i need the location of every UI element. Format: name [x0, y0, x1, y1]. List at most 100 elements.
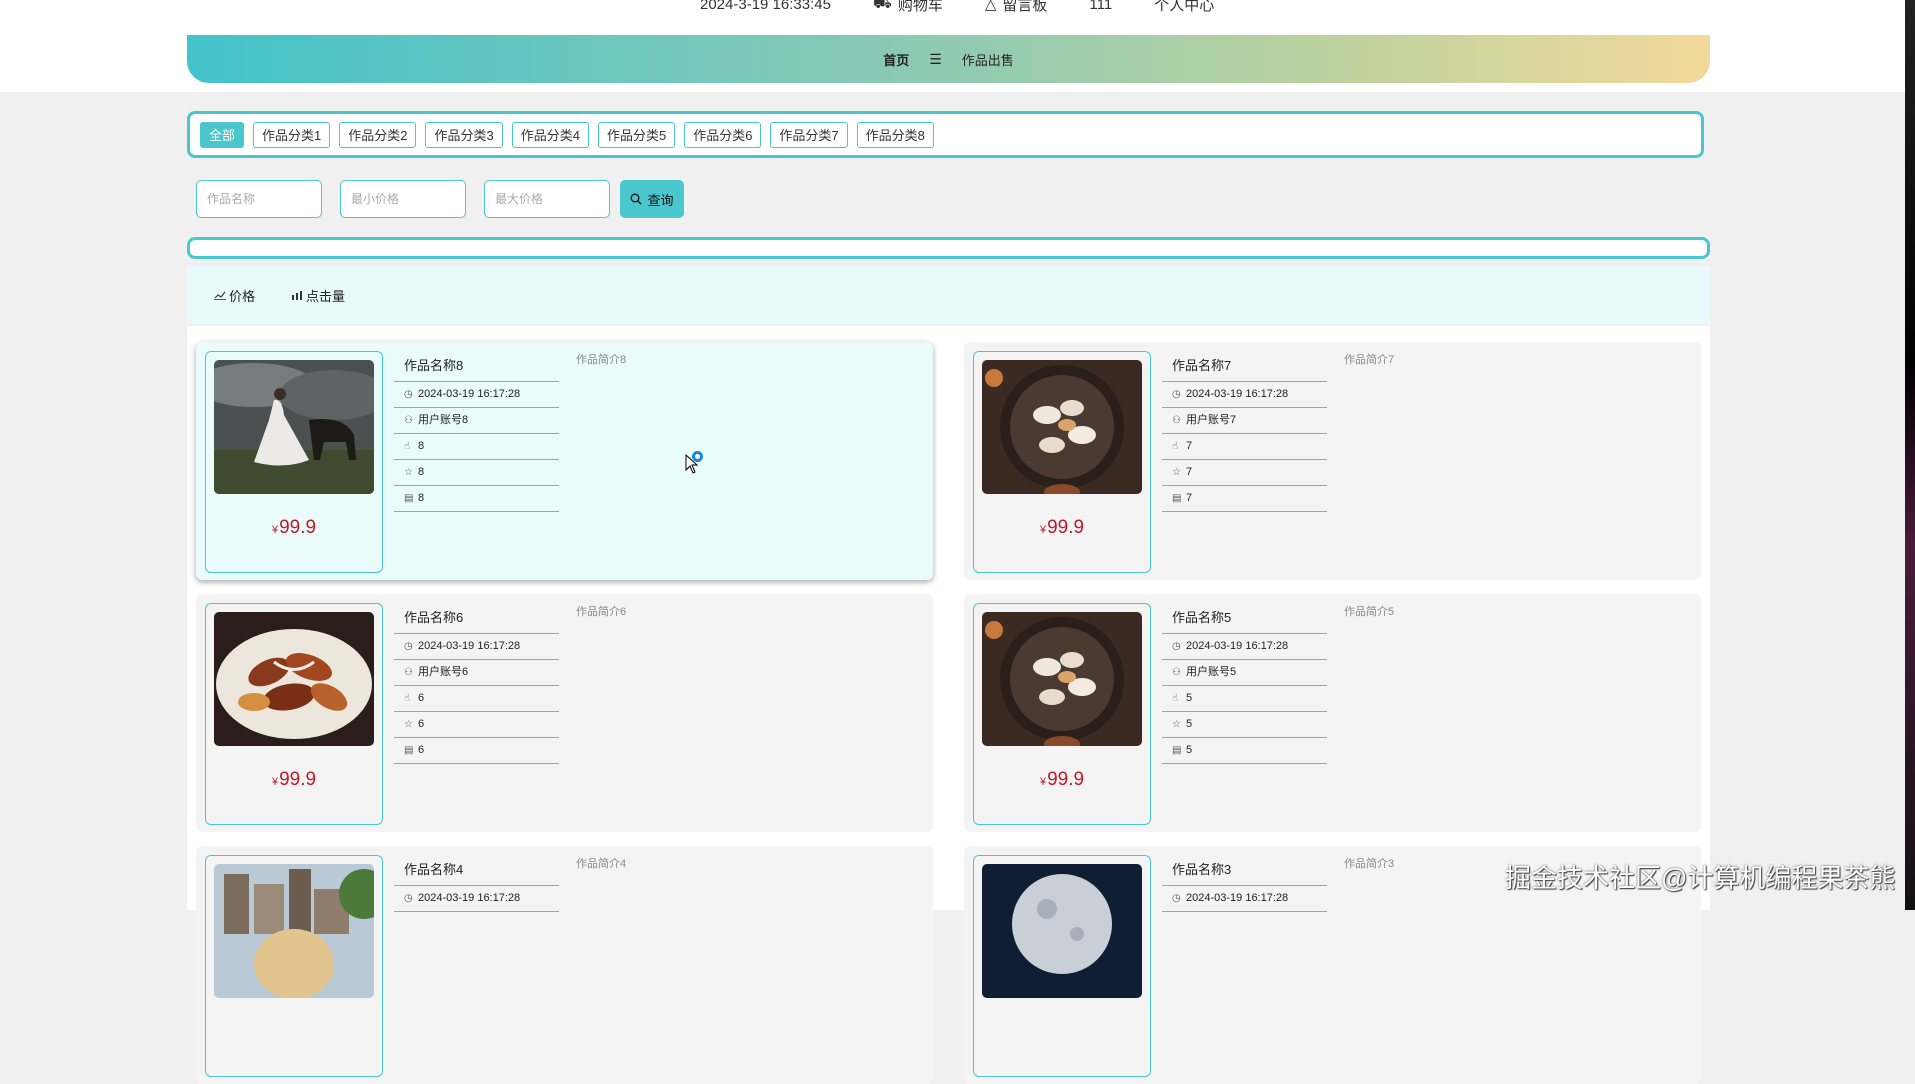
time-value: 2024-03-19 16:17:28: [418, 388, 521, 400]
product-list: ¥99.9 作品名称8 ◷ 2024-03-19 16:17:28 ⚇ 用户账号8 …: [187, 326, 1710, 1084]
product-info: 作品名称4 ◷ 2024-03-19 16:17:28: [394, 855, 559, 912]
comments-value: 7: [1186, 492, 1193, 504]
username[interactable]: 111: [1089, 0, 1112, 14]
product-image[interactable]: [214, 360, 374, 494]
top-info-bar: 2024-3-19 16:33:45 ⛟ 购物车 △ 留言板 111 个人中心: [700, 0, 1214, 14]
product-image[interactable]: [982, 612, 1142, 746]
search-button-label: 查询: [647, 192, 674, 208]
product-info: 作品名称6 ◷ 2024-03-19 16:17:28 ⚇ 用户账号6 ☝ 6 ☆ 6 …: [394, 603, 559, 764]
max-price-input[interactable]: [484, 180, 610, 218]
sort-clicks[interactable]: 点击量: [291, 286, 345, 305]
profile-link[interactable]: 个人中心: [1154, 0, 1214, 14]
product-image-frame: [973, 855, 1151, 1077]
time-value: 2024-03-19 16:17:28: [1186, 388, 1289, 400]
message-board-label: 留言板: [1002, 0, 1048, 14]
comments-value: 8: [418, 492, 425, 504]
product-card[interactable]: ¥99.9 作品名称7 ◷ 2024-03-19 16:17:28 ⚇ 用户账号7 …: [964, 342, 1701, 580]
user-value: 用户账号6: [418, 666, 469, 678]
product-name[interactable]: 作品名称7: [1162, 351, 1327, 382]
user-icon: ⚇: [1172, 667, 1181, 678]
product-card[interactable]: ¥99.9 作品名称5 ◷ 2024-03-19 16:17:28 ⚇ 用户账号5 …: [964, 594, 1701, 832]
min-price-input[interactable]: [340, 180, 466, 218]
product-description: 作品简介5: [1344, 606, 1395, 618]
comment-icon: ▤: [1172, 493, 1182, 504]
product-info: 作品名称8 ◷ 2024-03-19 16:17:28 ⚇ 用户账号8 ☝ 8 ☆ 8 …: [394, 351, 559, 512]
cart-icon: ⛟: [872, 0, 892, 12]
product-image[interactable]: [214, 864, 374, 998]
category-2[interactable]: 作品分类2: [339, 121, 417, 148]
product-price: ¥99.9: [271, 769, 317, 790]
product-price: ¥99.9: [1039, 769, 1085, 790]
cart-label: 购物车: [897, 0, 943, 14]
category-filter: 全部 作品分类1 作品分类2 作品分类3 作品分类4 作品分类5 作品分类6 作…: [187, 111, 1704, 158]
product-card[interactable]: ¥99.9 作品名称8 ◷ 2024-03-19 16:17:28 ⚇ 用户账号8 …: [196, 342, 933, 580]
clock-icon: ◷: [404, 389, 413, 400]
favorites-value: 5: [1186, 718, 1193, 730]
product-image[interactable]: [982, 864, 1142, 998]
category-1[interactable]: 作品分类1: [253, 121, 331, 148]
time-value: 2024-03-19 16:17:28: [1186, 892, 1289, 904]
time-value: 2024-03-19 16:17:28: [1186, 640, 1289, 652]
category-5[interactable]: 作品分类5: [597, 121, 676, 148]
product-time: ◷ 2024-03-19 16:17:28: [394, 382, 559, 408]
product-image-frame: ¥99.9: [205, 603, 383, 825]
star-icon: ☆: [1172, 719, 1181, 730]
product-card[interactable]: ¥99.9 作品名称6 ◷ 2024-03-19 16:17:28 ⚇ 用户账号6 …: [196, 594, 933, 832]
desktop-edge: [1905, 0, 1915, 910]
comment-icon: ▤: [1172, 745, 1182, 756]
comments-value: 5: [1186, 744, 1193, 756]
product-info: 作品名称7 ◷ 2024-03-19 16:17:28 ⚇ 用户账号7 ☝ 7 ☆ 7 …: [1162, 351, 1327, 512]
product-name[interactable]: 作品名称4: [394, 855, 559, 886]
user-value: 用户账号8: [418, 414, 469, 426]
favorites-value: 6: [418, 718, 425, 730]
product-name[interactable]: 作品名称8: [394, 351, 559, 382]
clock-icon: ◷: [1172, 893, 1181, 904]
favorites-value: 8: [418, 466, 425, 478]
category-7[interactable]: 作品分类7: [770, 121, 848, 148]
message-board-link[interactable]: △ 留言板: [985, 0, 1048, 14]
product-favorites: ☆ 5: [1162, 712, 1327, 738]
search-bar: 查询: [196, 180, 684, 218]
product-comments: ▤ 5: [1162, 738, 1327, 764]
sort-clicks-label: 点击量: [306, 288, 346, 304]
datetime: 2024-3-19 16:33:45: [700, 0, 831, 13]
menu-icon[interactable]: ☰: [929, 51, 942, 68]
product-description: 作品简介4: [576, 858, 627, 870]
cart-link[interactable]: ⛟ 购物车: [873, 0, 943, 14]
product-card[interactable]: 作品名称4 ◷ 2024-03-19 16:17:28 作品简介4: [196, 846, 933, 1084]
product-time: ◷ 2024-03-19 16:17:28: [394, 634, 559, 660]
user-icon: ⚇: [404, 415, 413, 426]
category-8[interactable]: 作品分类8: [856, 121, 934, 148]
thumbs-up-icon: ☝: [1172, 693, 1179, 704]
category-all[interactable]: 全部: [200, 121, 245, 148]
product-image[interactable]: [214, 612, 374, 746]
thumbs-up-icon: ☝: [404, 441, 411, 452]
product-name[interactable]: 作品名称5: [1162, 603, 1327, 634]
main-nav: 首页 ☰ 作品出售: [187, 35, 1710, 83]
product-user: ⚇ 用户账号8: [394, 408, 559, 434]
product-likes: ☝ 7: [1162, 434, 1327, 460]
watermark: 掘金技术社区@计算机编程果茶熊 CSDN @计算机编程果茶熊: [1475, 858, 1896, 895]
category-4[interactable]: 作品分类4: [511, 121, 589, 148]
star-icon: ☆: [1172, 467, 1181, 478]
search-button[interactable]: 查询: [620, 180, 684, 218]
category-6[interactable]: 作品分类6: [684, 121, 762, 148]
product-name[interactable]: 作品名称3: [1162, 855, 1327, 886]
product-comments: ▤ 7: [1162, 486, 1327, 512]
likes-value: 7: [1186, 440, 1193, 452]
star-icon: ☆: [404, 719, 413, 730]
time-value: 2024-03-19 16:17:28: [418, 892, 521, 904]
watermark-text: 掘金技术社区@计算机编程果茶熊: [1505, 863, 1896, 893]
comments-value: 6: [418, 744, 425, 756]
nav-home[interactable]: 首页: [883, 50, 909, 69]
sort-price[interactable]: 价格: [214, 286, 255, 305]
nav-sale[interactable]: 作品出售: [962, 50, 1014, 69]
product-user: ⚇ 用户账号6: [394, 660, 559, 686]
product-comments: ▤ 6: [394, 738, 559, 764]
category-3[interactable]: 作品分类3: [425, 121, 503, 148]
product-name[interactable]: 作品名称6: [394, 603, 559, 634]
name-search-input[interactable]: [196, 180, 322, 218]
product-likes: ☝ 8: [394, 434, 559, 460]
product-image[interactable]: [982, 360, 1142, 494]
user-icon: ⚇: [1172, 415, 1181, 426]
